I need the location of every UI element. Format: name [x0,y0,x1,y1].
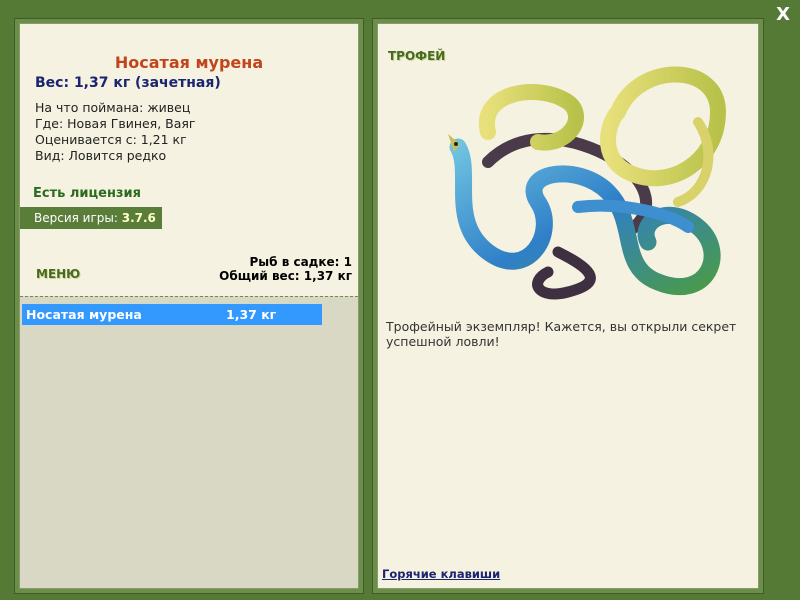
version-label: Версия игры: [34,211,122,225]
catch-stats: Рыб в садке: 1 Общий вес: 1,37 кг [219,255,352,283]
list-item[interactable]: Носатая мурена 1,37 кг [22,304,322,325]
min-weight-info: Оценивается с: 1,21 кг [35,132,187,147]
ribbon-eel-image [448,66,727,300]
hotkeys-link[interactable]: Горячие клавиши [382,567,500,581]
fish-title: Носатая мурена [114,53,264,72]
close-button[interactable]: X [776,4,790,25]
fish-weight: Вес: 1,37 кг (зачетная) [35,75,221,91]
trophy-message: Трофейный экземпляр! Кажется, вы открыли… [386,319,737,349]
fish-count: Рыб в садке: 1 [249,255,353,269]
left-panel-inner: Носатая мурена Вес: 1,37 кг (зачетная) Н… [19,23,359,589]
catch-weight: 1,37 кг [226,307,277,322]
trophy-area: ТРОФЕЙ Трофейный экземпляр! Кажется, вы … [377,23,759,589]
bait-info: На что поймана: живец [35,100,191,115]
right-panel: ТРОФЕЙ Трофейный экземпляр! Кажется, вы … [372,18,764,594]
version-value: 3.7.6 [121,211,156,225]
fish-info-area: Носатая мурена Вес: 1,37 кг (зачетная) Н… [20,24,358,296]
rarity-info: Вид: Ловится редко [35,148,167,163]
version-bar: Версия игры: 3.7.6 [20,207,162,229]
catch-name: Носатая мурена [26,307,142,322]
left-panel: Носатая мурена Вес: 1,37 кг (зачетная) Н… [14,18,364,594]
total-weight: Общий вес: 1,37 кг [219,269,352,283]
menu-button[interactable]: МЕНЮ [36,267,80,281]
license-status: Есть лицензия [33,186,141,201]
location-info: Где: Новая Гвинея, Ваяг [35,116,196,131]
divider [20,296,358,297]
